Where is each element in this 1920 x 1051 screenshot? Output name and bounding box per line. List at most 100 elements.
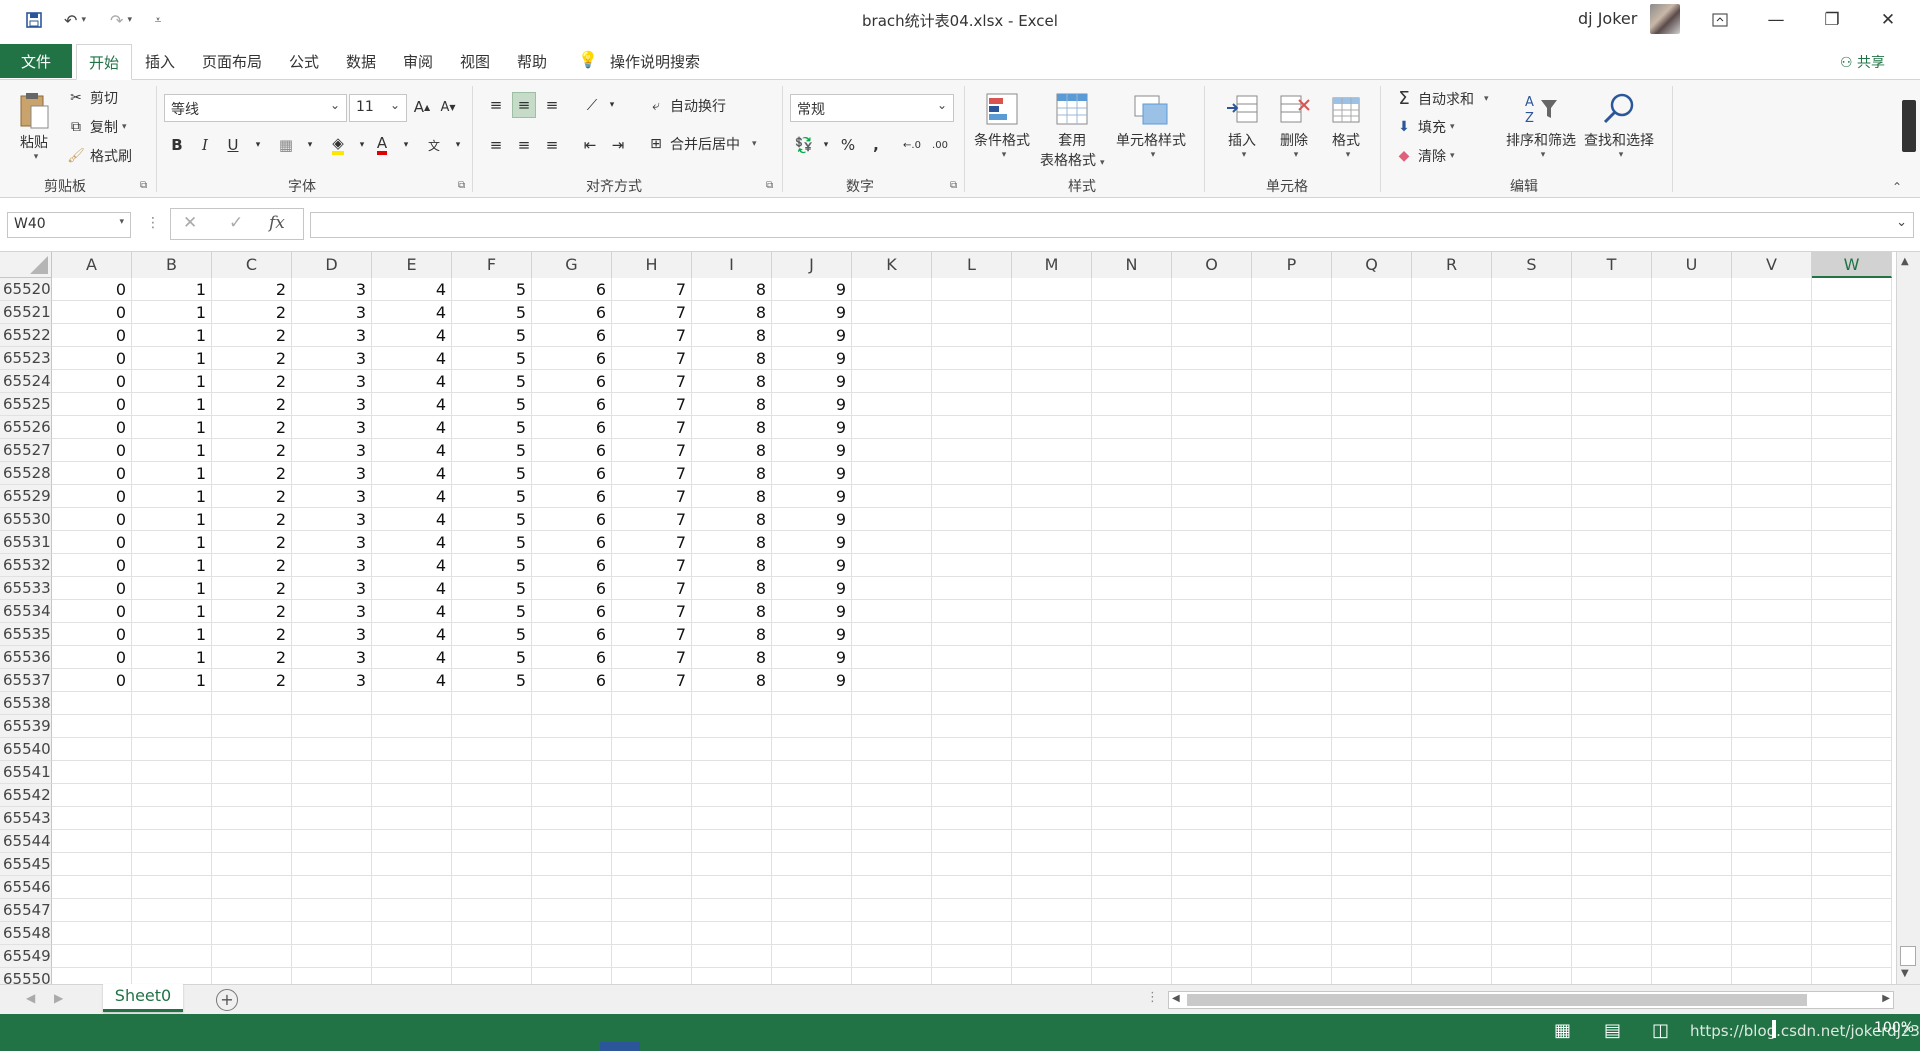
cell[interactable] [132,738,212,761]
cell[interactable] [1012,669,1092,692]
cell[interactable]: 3 [292,324,372,347]
cell[interactable] [52,876,132,899]
cell[interactable] [1652,416,1732,439]
cell[interactable]: 0 [52,301,132,324]
scroll-left-icon[interactable]: ◀ [1172,993,1180,1004]
cell[interactable] [212,692,292,715]
cell[interactable]: 3 [292,439,372,462]
cell[interactable] [692,715,772,738]
cell[interactable] [932,600,1012,623]
cell[interactable] [852,807,932,830]
cell[interactable] [132,922,212,945]
cell[interactable] [852,899,932,922]
cell[interactable]: 9 [772,439,852,462]
user-name[interactable]: dj Joker [1578,9,1637,28]
cell[interactable] [1492,301,1572,324]
cell[interactable]: 6 [532,462,612,485]
cell[interactable] [932,324,1012,347]
cell[interactable] [1412,278,1492,301]
cell[interactable] [1652,439,1732,462]
more-options-icon[interactable]: ⋮ [146,215,160,231]
row-header[interactable]: 65523 [0,347,52,370]
grow-font-button[interactable]: A ▲ [410,94,434,120]
cell[interactable] [292,968,372,984]
cell[interactable] [932,577,1012,600]
cell[interactable] [692,922,772,945]
cell[interactable]: 9 [772,531,852,554]
cell[interactable] [372,692,452,715]
cell[interactable]: 1 [132,462,212,485]
cell[interactable]: 5 [452,669,532,692]
cell[interactable] [1492,646,1572,669]
cell[interactable]: 3 [292,669,372,692]
cell[interactable]: 5 [452,646,532,669]
cell[interactable] [1412,554,1492,577]
cell[interactable]: 4 [372,669,452,692]
cell[interactable] [1092,347,1172,370]
cell[interactable] [1412,807,1492,830]
cell[interactable] [1012,278,1092,301]
cell[interactable] [1092,416,1172,439]
cell[interactable] [932,899,1012,922]
row-header[interactable]: 65545 [0,853,52,876]
cell[interactable] [1172,600,1252,623]
row-header[interactable]: 65549 [0,945,52,968]
cell[interactable] [852,439,932,462]
cell[interactable] [1012,462,1092,485]
cell[interactable] [692,807,772,830]
cell[interactable]: 2 [212,623,292,646]
cell[interactable] [452,876,532,899]
delete-cells-button[interactable]: 删除 ▾ [1274,88,1314,160]
cell[interactable]: 4 [372,301,452,324]
cell[interactable] [532,807,612,830]
collapse-ribbon-icon[interactable]: ⌃ [1892,180,1902,194]
cell[interactable] [1732,738,1812,761]
cell[interactable] [932,692,1012,715]
horizontal-scrollbar[interactable]: ◀ ▶ [1168,991,1894,1009]
cell[interactable] [1252,301,1332,324]
cell[interactable] [132,899,212,922]
cell[interactable] [852,646,932,669]
cell[interactable]: 2 [212,301,292,324]
cell[interactable] [532,738,612,761]
cell[interactable] [1812,853,1892,876]
cell[interactable]: 1 [132,393,212,416]
cell[interactable] [1652,646,1732,669]
cell[interactable] [1012,301,1092,324]
cell[interactable] [292,830,372,853]
cell[interactable] [1412,462,1492,485]
cell[interactable] [1332,577,1412,600]
cell[interactable] [1492,462,1572,485]
cell[interactable] [1572,439,1652,462]
bold-button[interactable]: B [165,132,189,158]
cell[interactable]: 1 [132,370,212,393]
cell[interactable] [1812,393,1892,416]
cell[interactable] [1652,807,1732,830]
cell[interactable]: 8 [692,324,772,347]
cell[interactable]: 8 [692,485,772,508]
cell[interactable] [852,370,932,393]
cell[interactable] [1652,968,1732,984]
cell[interactable] [1732,554,1812,577]
cell[interactable] [1332,623,1412,646]
cell[interactable] [692,738,772,761]
cell[interactable]: 1 [132,278,212,301]
row-header[interactable]: 65543 [0,807,52,830]
column-header-o[interactable]: O [1172,252,1252,278]
sheet-tab-sheet0[interactable]: Sheet0 [103,984,183,1012]
cell[interactable] [292,784,372,807]
cell[interactable] [1092,485,1172,508]
row-header[interactable]: 65533 [0,577,52,600]
close-icon[interactable]: ✕ [1860,0,1916,40]
cell[interactable]: 6 [532,301,612,324]
cell[interactable]: 8 [692,370,772,393]
cell[interactable]: 5 [452,370,532,393]
cell[interactable] [932,393,1012,416]
chevron-down-icon[interactable]: ▾ [298,132,322,158]
cell[interactable] [1412,416,1492,439]
cell[interactable]: 2 [212,508,292,531]
cell[interactable] [1572,554,1652,577]
cell[interactable] [1412,439,1492,462]
cell[interactable] [532,922,612,945]
cell[interactable] [852,278,932,301]
